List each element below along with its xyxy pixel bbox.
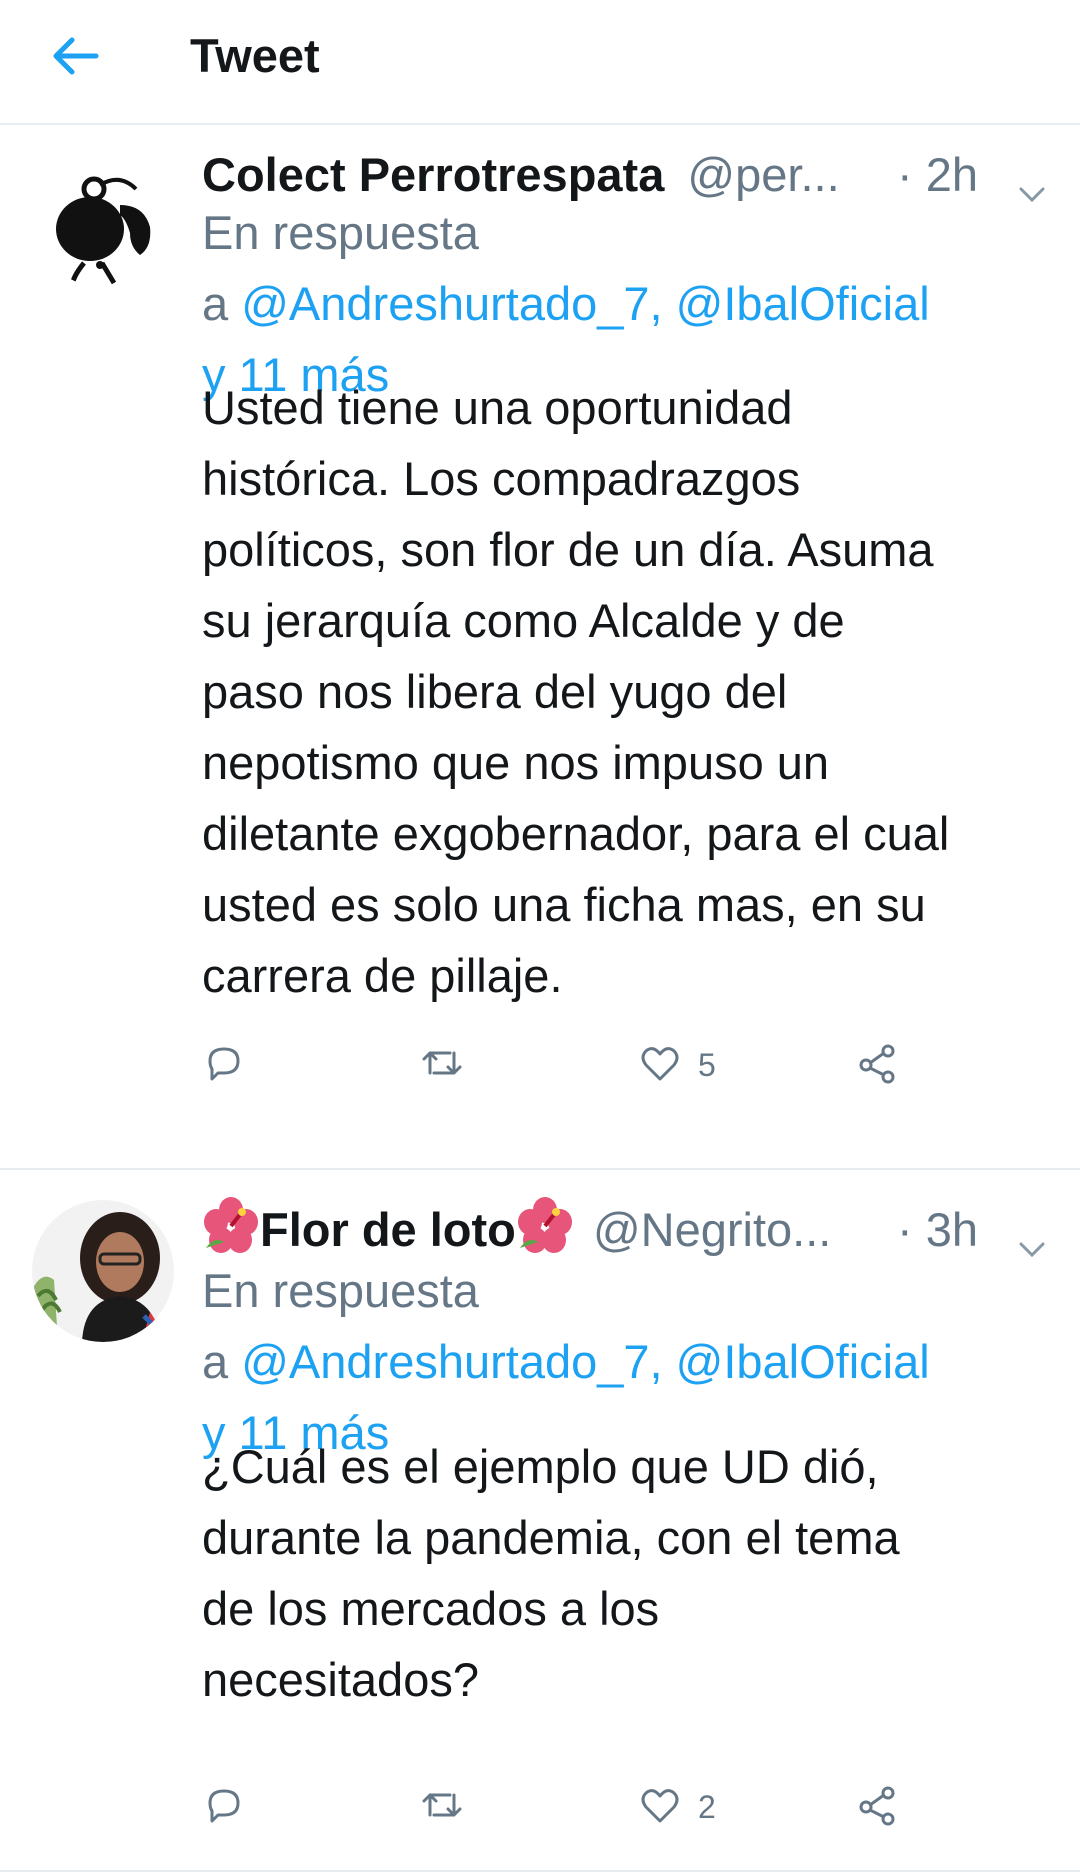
avatar[interactable]	[32, 145, 174, 287]
heart-icon	[638, 1783, 682, 1832]
retweet-icon	[420, 1041, 464, 1090]
share-button[interactable]	[856, 1777, 900, 1837]
reply-icon	[202, 1041, 246, 1090]
tweet-text-line: paso nos libera del yugo del	[202, 665, 788, 718]
heart-icon	[638, 1041, 682, 1090]
hibiscus-icon	[202, 1196, 260, 1254]
tweet-text-line: carrera de pillaje.	[202, 949, 563, 1002]
reply-mentions-link[interactable]: @Andreshurtado_7, @IbalOficial	[241, 1335, 930, 1388]
share-button[interactable]	[856, 1035, 900, 1095]
tweet-actions: 5	[202, 1035, 1062, 1095]
reply-icon	[202, 1783, 246, 1832]
tweet-text: ¿Cuál es el ejemplo que UD dió, durante …	[202, 1431, 1062, 1715]
reply-button[interactable]	[202, 1777, 246, 1837]
like-button[interactable]: 5	[638, 1035, 716, 1095]
avatar[interactable]	[32, 1200, 174, 1342]
share-icon	[856, 1041, 900, 1090]
tweet-text-line: histórica. Los compadrazgos	[202, 452, 801, 505]
display-name[interactable]: Flor de loto	[260, 1203, 516, 1256]
like-button[interactable]: 2	[638, 1777, 716, 1837]
tweet-item[interactable]: Flor de loto @Negrito... · 3h En respues…	[0, 1170, 1080, 1876]
tweet-text: Usted tiene una oportunidad histórica. L…	[202, 372, 1062, 1011]
user-handle[interactable]: @per...	[687, 148, 839, 201]
reply-button[interactable]	[202, 1035, 246, 1095]
tweet-divider	[0, 1870, 1080, 1872]
tweet-text-line: de los mercados a los	[202, 1582, 660, 1635]
retweet-button[interactable]	[420, 1035, 464, 1095]
top-app-bar: Tweet	[0, 0, 1080, 125]
like-count: 2	[698, 1788, 716, 1825]
chevron-down-icon[interactable]	[1015, 160, 1049, 203]
display-name[interactable]: Colect Perrotrespata	[202, 148, 664, 201]
retweet-button[interactable]	[420, 1777, 464, 1837]
tweet-text-line: usted es solo una ficha mas, en su	[202, 878, 926, 931]
reply-label: En respuesta	[202, 206, 479, 259]
tweet-item[interactable]: Colect Perrotrespata @per... · 2h En res…	[0, 125, 1080, 1170]
page-title: Tweet	[190, 29, 320, 82]
tweet-text-line: diletante exgobernador, para el cual	[202, 807, 950, 860]
share-icon	[856, 1783, 900, 1832]
chevron-down-icon[interactable]	[1015, 1215, 1049, 1258]
hibiscus-icon	[516, 1196, 574, 1254]
like-count: 5	[698, 1046, 716, 1083]
user-handle[interactable]: @Negrito...	[593, 1203, 831, 1256]
reply-a: a	[202, 277, 229, 330]
reply-a: a	[202, 1335, 229, 1388]
tweet-text-line: su jerarquía como Alcalde y de	[202, 594, 845, 647]
tweet-text-line: ¿Cuál es el ejemplo que UD dió,	[202, 1440, 879, 1493]
tweet-text-line: políticos, son flor de un día. Asuma	[202, 523, 934, 576]
tweet-text-line: necesitados?	[202, 1653, 479, 1706]
tweet-text-line: Usted tiene una oportunidad	[202, 381, 793, 434]
tweet-text-line: nepotismo que nos impuso un	[202, 736, 830, 789]
reply-label: En respuesta	[202, 1264, 479, 1317]
back-arrow-icon[interactable]	[46, 28, 102, 84]
tweet-actions: 2	[202, 1777, 1062, 1837]
reply-mentions-link[interactable]: @Andreshurtado_7, @IbalOficial	[241, 277, 930, 330]
tweet-text-line: durante la pandemia, con el tema	[202, 1511, 900, 1564]
retweet-icon	[420, 1783, 464, 1832]
